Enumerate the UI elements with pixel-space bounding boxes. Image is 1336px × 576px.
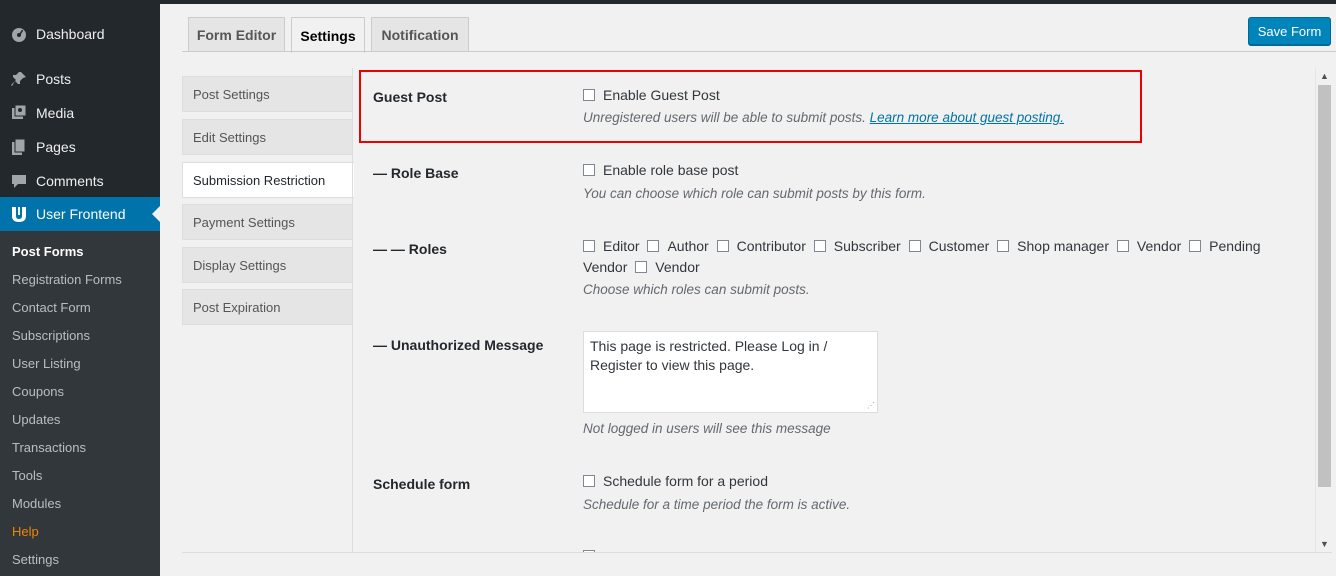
bottom-divider	[182, 552, 1332, 553]
dashboard-icon	[10, 25, 28, 43]
submenu-help[interactable]: Help	[0, 517, 160, 545]
roles-options: Editor Author Contributor Subscriber Cus…	[583, 236, 1283, 278]
role-option-author[interactable]: Author	[647, 238, 709, 254]
role-base-checkbox[interactable]	[583, 164, 595, 176]
submenu-coupons[interactable]: Coupons	[0, 377, 160, 405]
save-form-button[interactable]: Save Form	[1248, 17, 1331, 45]
submenu-settings[interactable]: Settings	[0, 545, 160, 573]
comments-icon	[10, 172, 28, 190]
tab-settings[interactable]: Settings	[291, 17, 365, 53]
roles-description: Choose which roles can submit posts.	[583, 282, 810, 297]
scrollbar-thumb[interactable]	[1318, 85, 1331, 487]
tab-notification[interactable]: Notification	[371, 17, 469, 52]
submenu-transactions[interactable]: Transactions	[0, 433, 160, 461]
nav-display-settings[interactable]: Display Settings	[182, 247, 353, 283]
guest-post-description: Unregistered users will be able to submi…	[583, 110, 1065, 125]
role-option-subscriber[interactable]: Subscriber	[813, 238, 901, 254]
nav-submission-restriction[interactable]: Submission Restriction	[182, 162, 354, 198]
role-checkbox[interactable]	[908, 240, 921, 252]
role-checkbox[interactable]	[1116, 240, 1129, 252]
schedule-form-label: Schedule form	[373, 476, 471, 492]
role-option-shop-manager[interactable]: Shop manager	[997, 238, 1109, 254]
roles-label: — — Roles	[373, 241, 447, 257]
submenu-tools[interactable]: Tools	[0, 461, 160, 489]
role-checkbox[interactable]	[813, 240, 826, 252]
submenu-updates[interactable]: Updates	[0, 405, 160, 433]
guest-post-learn-more-link[interactable]: Learn more about guest posting.	[870, 110, 1064, 125]
nav-edit-settings[interactable]: Edit Settings	[182, 119, 353, 155]
highlight-box	[359, 70, 1142, 143]
submenu-modules[interactable]: Modules	[0, 489, 160, 517]
submenu-post-forms[interactable]: Post Forms	[0, 237, 160, 265]
tab-divider	[182, 51, 1336, 52]
menu-user-frontend[interactable]: User Frontend	[0, 197, 160, 231]
settings-content: Guest Post Enable Guest Post Unregistere…	[353, 68, 1315, 553]
schedule-form-checkbox[interactable]	[583, 475, 595, 487]
admin-sidebar: Dashboard Posts Media Pages Comments Use…	[0, 0, 160, 576]
menu-pages[interactable]: Pages	[0, 130, 160, 164]
nav-post-expiration[interactable]: Post Expiration	[182, 289, 353, 325]
menu-posts[interactable]: Posts	[0, 62, 160, 96]
unauthorized-message-label: — Unauthorized Message	[373, 337, 544, 353]
guest-post-label: Guest Post	[373, 89, 447, 105]
pages-icon	[10, 138, 28, 156]
submenu-registration-forms[interactable]: Registration Forms	[0, 265, 160, 293]
guest-post-checkbox[interactable]	[583, 89, 595, 101]
submenu-subscriptions[interactable]: Subscriptions	[0, 321, 160, 349]
role-checkbox[interactable]	[635, 261, 648, 273]
menu-dashboard[interactable]: Dashboard	[0, 17, 160, 51]
nav-post-settings[interactable]: Post Settings	[182, 76, 353, 112]
nav-payment-settings[interactable]: Payment Settings	[182, 204, 353, 240]
unauthorized-message-textarea[interactable]: This page is restricted. Please Log in /…	[583, 331, 878, 413]
content-scrollbar[interactable]: ▲ ▼	[1315, 68, 1332, 553]
unauthorized-message-description: Not logged in users will see this messag…	[583, 421, 831, 436]
role-checkbox[interactable]	[647, 240, 660, 252]
role-base-field: Enable role base post	[583, 162, 738, 178]
role-option-vendor-2[interactable]: Vendor	[631, 259, 700, 275]
role-checkbox[interactable]	[1189, 240, 1202, 252]
role-checkbox[interactable]	[583, 240, 595, 252]
user-frontend-submenu: Post Forms Registration Forms Contact Fo…	[0, 231, 160, 576]
resize-grip-icon[interactable]: ⋰	[867, 402, 875, 410]
schedule-form-field: Schedule form for a period	[583, 473, 768, 489]
submenu-user-listing[interactable]: User Listing	[0, 349, 160, 377]
media-icon	[10, 104, 28, 122]
pin-icon	[10, 70, 28, 88]
scroll-up-arrow-icon[interactable]: ▲	[1316, 68, 1333, 85]
role-checkbox[interactable]	[716, 240, 729, 252]
role-base-label: — Role Base	[373, 165, 459, 181]
menu-comments[interactable]: Comments	[0, 164, 160, 198]
scroll-down-arrow-icon[interactable]: ▼	[1316, 536, 1333, 553]
role-option-editor[interactable]: Editor	[583, 238, 640, 254]
tab-form-editor[interactable]: Form Editor	[188, 17, 285, 52]
role-option-vendor[interactable]: Vendor	[1116, 238, 1181, 254]
submenu-contact-form[interactable]: Contact Form	[0, 293, 160, 321]
role-option-customer[interactable]: Customer	[908, 238, 989, 254]
role-checkbox[interactable]	[997, 240, 1010, 252]
user-frontend-logo-icon	[10, 205, 28, 223]
guest-post-field: Enable Guest Post	[583, 87, 720, 103]
role-base-description: You can choose which role can submit pos…	[583, 186, 926, 201]
top-strip	[160, 0, 1336, 4]
schedule-form-description: Schedule for a time period the form is a…	[583, 497, 851, 512]
role-option-contributor[interactable]: Contributor	[716, 238, 806, 254]
menu-media[interactable]: Media	[0, 96, 160, 130]
